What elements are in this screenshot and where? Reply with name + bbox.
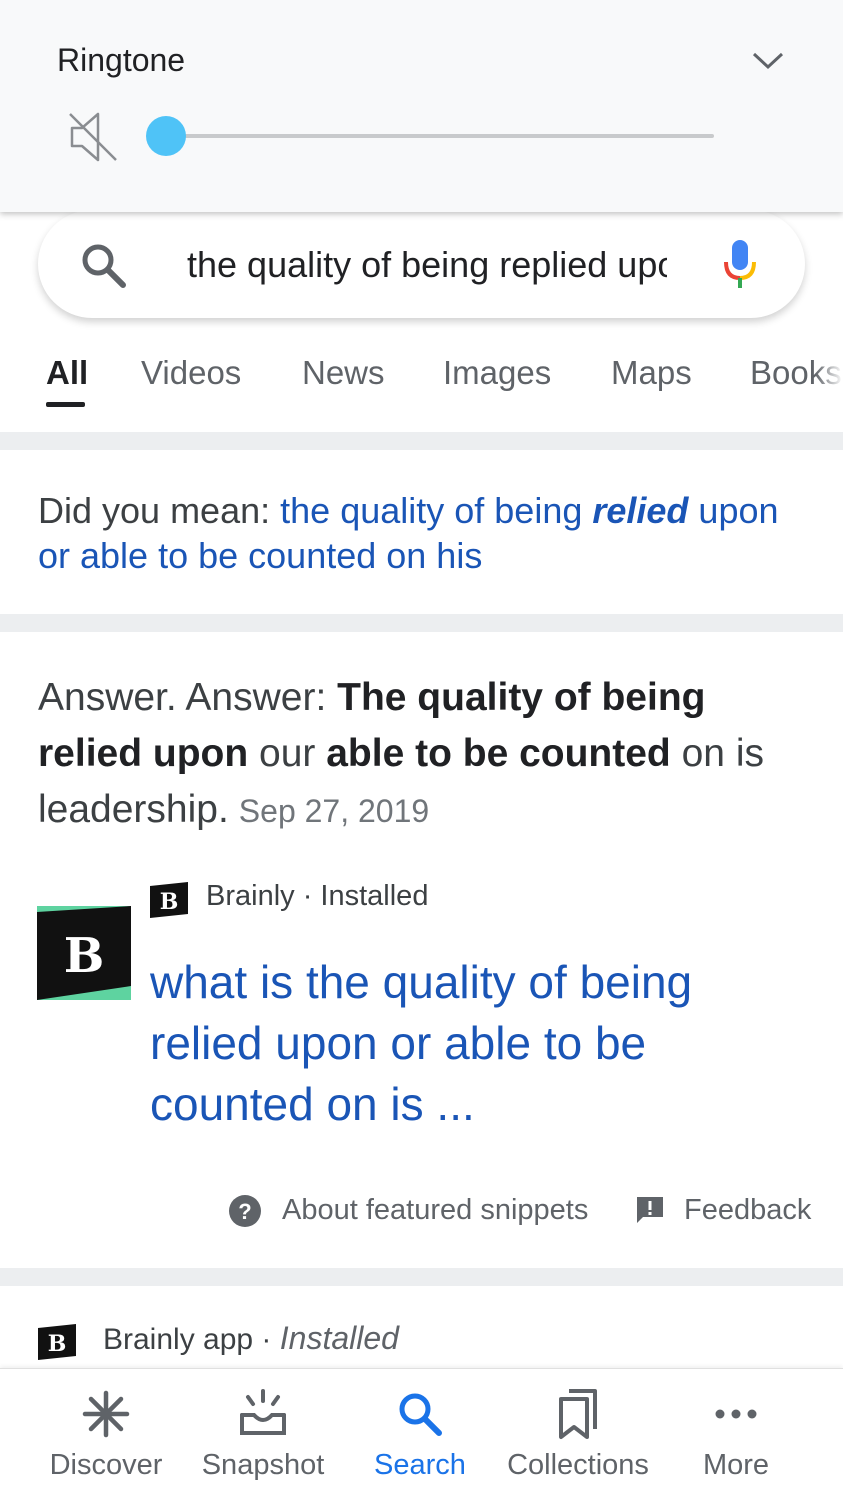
more-dots-icon — [715, 1409, 757, 1419]
volume-panel: Ringtone — [0, 0, 843, 212]
asterisk-icon — [82, 1390, 130, 1438]
result-source: Brainly · Installed — [206, 880, 429, 912]
brainly-logo[interactable]: B — [37, 906, 131, 1000]
snapshot-icon — [240, 1389, 286, 1435]
search-input[interactable]: the quality of being replied upon or abl… — [187, 240, 667, 290]
section-divider — [0, 432, 843, 450]
did-you-mean: Did you mean: the quality of being relie… — [38, 488, 808, 578]
brainly-app-icon: B — [38, 1324, 76, 1360]
feedback-icon[interactable] — [634, 1194, 666, 1226]
about-snippets-link[interactable]: About featured snippets — [282, 1190, 588, 1230]
brainly-favicon: B — [150, 882, 188, 918]
result-title-link[interactable]: what is the quality of being relied upon… — [150, 952, 810, 1135]
nav-more[interactable]: More — [656, 1369, 816, 1499]
tab-books[interactable]: Books — [750, 354, 843, 392]
feedback-link[interactable]: Feedback — [684, 1190, 811, 1230]
volume-slider-track[interactable] — [166, 134, 714, 138]
tab-all[interactable]: All — [46, 354, 88, 392]
tab-videos[interactable]: Videos — [141, 354, 241, 392]
collections-icon — [559, 1389, 597, 1439]
did-you-mean-prefix: Did you mean: — [38, 490, 271, 531]
help-icon[interactable]: ? — [228, 1194, 262, 1228]
tab-maps[interactable]: Maps — [611, 354, 692, 392]
volume-mute-icon[interactable] — [66, 108, 122, 166]
tab-images[interactable]: Images — [443, 354, 551, 392]
svg-text:B: B — [160, 889, 179, 915]
microphone-icon[interactable] — [720, 238, 760, 290]
search-tabs: All Videos News Images Maps Books — [0, 340, 843, 432]
search-icon — [399, 1393, 442, 1436]
tab-news[interactable]: News — [302, 354, 385, 392]
snippet-date: Sep 27, 2019 — [238, 793, 430, 829]
nav-snapshot[interactable]: Snapshot — [183, 1369, 343, 1499]
volume-slider-thumb[interactable] — [146, 116, 186, 156]
app-result[interactable]: Brainly app · Installed — [103, 1320, 399, 1357]
section-divider — [0, 1268, 843, 1286]
chevron-down-icon[interactable] — [748, 42, 788, 78]
active-tab-indicator — [46, 402, 85, 407]
nav-discover[interactable]: Discover — [26, 1369, 186, 1499]
svg-text:B: B — [64, 928, 105, 984]
featured-snippet-text: Answer. Answer: The quality of being rel… — [38, 676, 764, 831]
svg-text:B: B — [48, 1331, 67, 1357]
search-icon — [82, 244, 126, 288]
volume-panel-title: Ringtone — [57, 42, 186, 78]
nav-search[interactable]: Search — [340, 1369, 500, 1499]
nav-collections[interactable]: Collections — [498, 1369, 658, 1499]
section-divider — [0, 614, 843, 632]
svg-text:?: ? — [238, 1199, 251, 1224]
bottom-navigation: Discover Snapshot Search Collections Mor… — [0, 1368, 843, 1499]
